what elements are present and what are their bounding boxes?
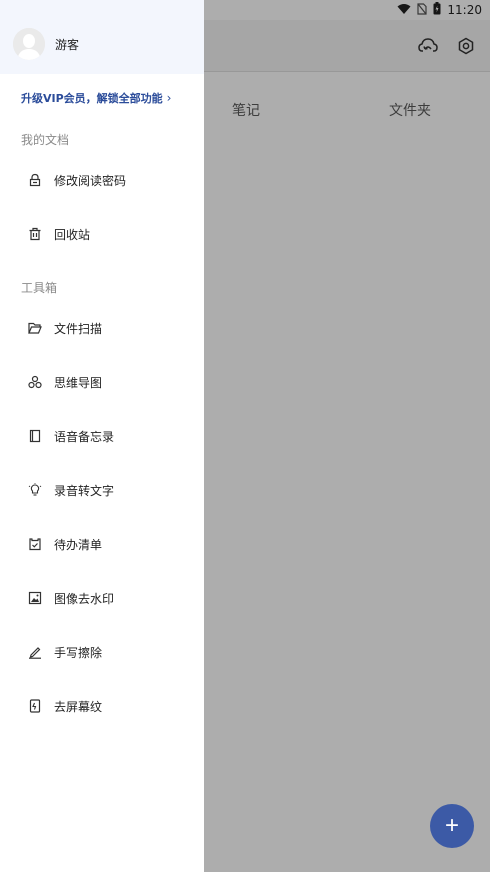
menu-item-label: 思维导图 bbox=[54, 376, 103, 390]
chevron-right-icon: › bbox=[166, 91, 172, 105]
menu-item-speech-to-text[interactable]: 录音转文字 bbox=[0, 470, 204, 510]
menu-item-voice-memo[interactable]: 语音备忘录 bbox=[0, 416, 204, 456]
image-icon bbox=[27, 590, 43, 606]
menu-item-label: 回收站 bbox=[54, 228, 91, 242]
menu-item-remove-moire[interactable]: 去屏幕纹 bbox=[0, 686, 204, 726]
user-name[interactable]: 游客 bbox=[55, 36, 79, 53]
menu-item-label: 文件扫描 bbox=[54, 322, 103, 336]
section-my-documents: 我的文档 bbox=[21, 133, 70, 147]
section-toolbox: 工具箱 bbox=[21, 281, 58, 295]
menu-item-mind-map[interactable]: 思维导图 bbox=[0, 362, 204, 402]
trash-icon bbox=[27, 226, 43, 242]
menu-item-label: 修改阅读密码 bbox=[54, 174, 127, 188]
menu-item-remove-watermark[interactable]: 图像去水印 bbox=[0, 578, 204, 618]
menu-item-todo-list[interactable]: 待办清单 bbox=[0, 524, 204, 564]
menu-item-label: 语音备忘录 bbox=[54, 430, 115, 444]
menu-item-file-scan[interactable]: 文件扫描 bbox=[0, 308, 204, 348]
folder-open-icon bbox=[27, 320, 43, 336]
drawer-header: 游客 bbox=[0, 0, 204, 74]
user-silhouette-icon bbox=[13, 28, 45, 60]
checklist-icon bbox=[27, 536, 43, 552]
menu-item-label: 去屏幕纹 bbox=[54, 700, 103, 714]
vip-upgrade-link[interactable]: 升级VIP会员，解锁全部功能 › bbox=[21, 90, 171, 106]
menu-item-change-password[interactable]: 修改阅读密码 bbox=[0, 160, 204, 200]
add-note-button[interactable]: + bbox=[430, 804, 474, 848]
menu-item-recycle-bin[interactable]: 回收站 bbox=[0, 214, 204, 254]
pen-icon bbox=[27, 644, 43, 660]
avatar[interactable] bbox=[13, 28, 45, 60]
menu-item-label: 录音转文字 bbox=[54, 484, 115, 498]
navigation-drawer: 游客 升级VIP会员，解锁全部功能 › 我的文档 修改阅读密码 回收站 工具箱 … bbox=[0, 0, 204, 872]
menu-item-label: 手写擦除 bbox=[54, 646, 103, 660]
mind-map-icon bbox=[27, 374, 43, 390]
menu-item-label: 待办清单 bbox=[54, 538, 103, 552]
menu-item-label: 图像去水印 bbox=[54, 592, 115, 606]
menu-item-handwriting-erase[interactable]: 手写擦除 bbox=[0, 632, 204, 672]
screen-icon bbox=[27, 698, 43, 714]
vip-upgrade-text: 升级VIP会员，解锁全部功能 bbox=[21, 92, 163, 105]
lightbulb-icon bbox=[27, 482, 43, 498]
notebook-icon bbox=[27, 428, 43, 444]
lock-icon bbox=[27, 172, 43, 188]
